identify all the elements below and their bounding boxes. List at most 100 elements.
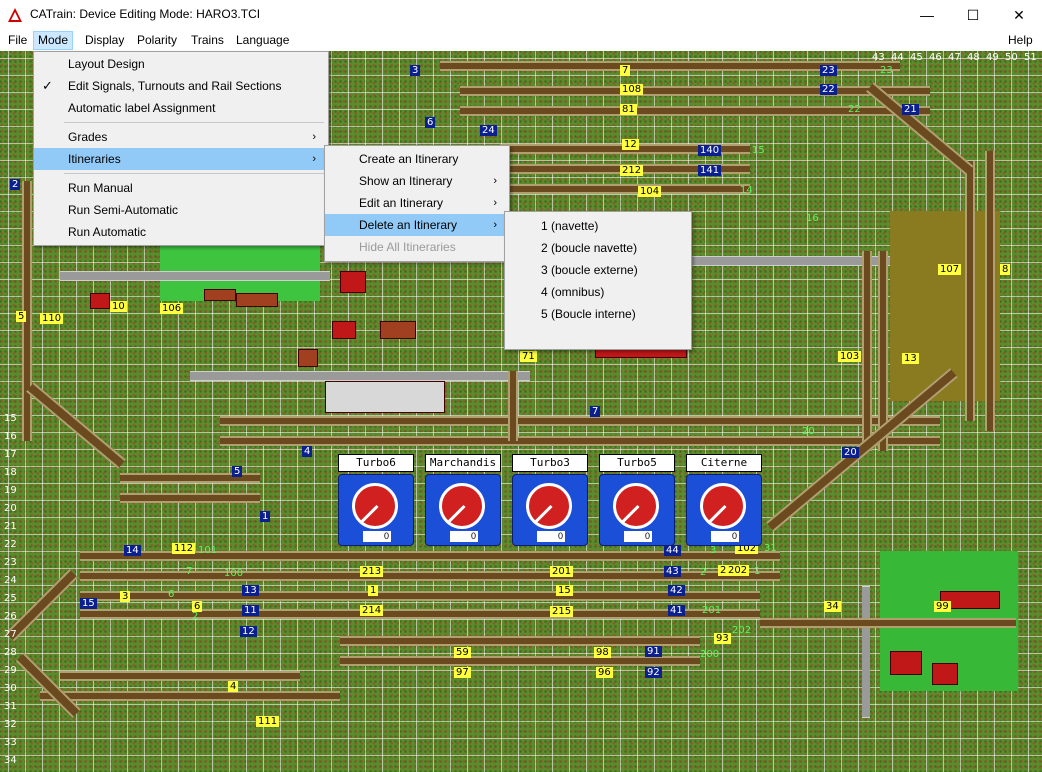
throttle-needle	[360, 504, 379, 523]
menu-help[interactable]: Help	[1004, 32, 1037, 49]
menu-polarity[interactable]: Polarity	[133, 32, 181, 49]
submenu-arrow-icon: ›	[493, 197, 497, 209]
grid-col-number: 44	[891, 52, 904, 63]
sensor-label: 15	[752, 145, 765, 156]
throttle-controller[interactable]: Turbo6 0	[338, 454, 414, 548]
block-label: 3	[410, 65, 421, 76]
grid-col-number: 46	[929, 52, 942, 63]
throttle-needle	[534, 504, 553, 523]
grid-row-number: 24	[4, 575, 17, 586]
menu-item-create-itinerary[interactable]: Create an Itinerary	[325, 148, 507, 170]
track-label: 201	[550, 566, 574, 577]
menu-item-run-automatic[interactable]: Run Automatic	[34, 221, 326, 243]
throttle-controller[interactable]: Turbo5 0	[599, 454, 675, 548]
sensor-label: 200	[700, 649, 720, 660]
throttle-name: Marchandis	[425, 454, 501, 472]
menu-item-label: Hide All Itineraries	[359, 240, 456, 254]
throttle-knob[interactable]	[439, 483, 485, 529]
throttle-knob[interactable]	[526, 483, 572, 529]
menu-item-label: Run Semi-Automatic	[68, 203, 179, 217]
throttle-controller[interactable]: Marchandis 0	[425, 454, 501, 548]
track-label: 10	[110, 301, 127, 312]
throttle-speed: 0	[624, 531, 652, 542]
block-label: 7	[590, 406, 601, 417]
menu-file[interactable]: File	[4, 32, 31, 49]
menu-item-auto-label[interactable]: Automatic label Assignment	[34, 97, 326, 119]
sensor-label: 31	[764, 543, 777, 554]
minimize-button[interactable]: —	[904, 0, 950, 30]
throttle-controller[interactable]: Turbo3 0	[512, 454, 588, 548]
itinerary-option[interactable]: 1 (navette)	[505, 215, 689, 237]
sensor-label: 101	[198, 545, 218, 556]
throttle-knob[interactable]	[700, 483, 746, 529]
menu-item-run-semi-automatic[interactable]: Run Semi-Automatic	[34, 199, 326, 221]
menu-separator	[64, 173, 324, 174]
track-label: 13	[902, 353, 919, 364]
menu-display[interactable]: Display	[81, 32, 128, 49]
menu-item-layout-design[interactable]: Layout Design	[34, 53, 326, 75]
throttle-body: 0	[338, 474, 414, 546]
itinerary-option-label: 5 (Boucle interne)	[541, 307, 636, 321]
grid-row-number: 25	[4, 593, 17, 604]
menu-item-edit-itinerary[interactable]: Edit an Itinerary ›	[325, 192, 507, 214]
close-button[interactable]: ✕	[996, 0, 1042, 30]
grid-row-number: 15	[4, 413, 17, 424]
menu-mode[interactable]: Mode	[33, 31, 74, 50]
throttle-speed: 0	[537, 531, 565, 542]
submenu-arrow-icon: ›	[312, 153, 316, 165]
grid-row-number: 29	[4, 665, 17, 676]
throttle-knob[interactable]	[352, 483, 398, 529]
itinerary-option[interactable]: 2 (boucle navette)	[505, 237, 689, 259]
house-building	[236, 293, 278, 307]
mode-menu: Layout Design ✓ Edit Signals, Turnouts an…	[33, 51, 329, 246]
menu-item-delete-itinerary[interactable]: Delete an Itinerary ›	[325, 214, 507, 236]
grid-col-number: 47	[948, 52, 961, 63]
track-label: 34	[824, 601, 841, 612]
road	[690, 256, 890, 266]
throttle-knob[interactable]	[613, 483, 659, 529]
itinerary-option[interactable]: 3 (boucle externe)	[505, 259, 689, 281]
app-icon	[8, 8, 22, 22]
throttle-controller[interactable]: Citerne 0	[686, 454, 762, 548]
grid-row-number: 21	[4, 521, 17, 532]
menu-item-itineraries[interactable]: Itineraries ›	[34, 148, 326, 170]
delete-itinerary-submenu: 1 (navette) 2 (boucle navette) 3 (boucle…	[504, 211, 692, 350]
grid-row-number: 32	[4, 719, 17, 730]
menu-item-run-manual[interactable]: Run Manual	[34, 177, 326, 199]
sensor-label: 6	[168, 589, 175, 600]
house-building	[340, 271, 366, 293]
menu-trains[interactable]: Trains	[187, 32, 228, 49]
track	[220, 416, 940, 426]
track-label: 108	[620, 84, 644, 95]
menu-item-edit-signals[interactable]: ✓ Edit Signals, Turnouts and Rail Section…	[34, 75, 326, 97]
menu-item-show-itinerary[interactable]: Show an Itinerary ›	[325, 170, 507, 192]
itinerary-option-label: 2 (boucle navette)	[541, 241, 638, 255]
track-label: 93	[714, 633, 731, 644]
track-label: 7	[620, 65, 631, 76]
track-label: 202	[726, 565, 750, 576]
itinerary-option[interactable]: 4 (omnibus)	[505, 281, 689, 303]
track	[460, 86, 930, 96]
grid-col-number: 49	[986, 52, 999, 63]
menu-item-label: Automatic label Assignment	[68, 101, 216, 115]
grid-row-number: 18	[4, 467, 17, 478]
menu-item-label: Edit an Itinerary	[359, 196, 444, 210]
menu-bar: File Mode Display Polarity Trains Langua…	[0, 30, 1042, 51]
menu-separator	[64, 122, 324, 123]
maximize-button[interactable]: ☐	[950, 0, 996, 30]
grid-col-number: 45	[910, 52, 923, 63]
block-label: 1	[260, 511, 271, 522]
window-title: CATrain: Device Editing Mode: HARO3.TCI	[30, 7, 261, 21]
grid-row-number: 30	[4, 683, 17, 694]
grid-col-number: 51	[1024, 52, 1037, 63]
track	[508, 371, 518, 441]
throttle-body: 0	[512, 474, 588, 546]
track	[60, 671, 300, 681]
track-label: 71	[520, 351, 537, 362]
submenu-arrow-icon: ›	[493, 219, 497, 231]
road	[862, 586, 870, 718]
itinerary-option[interactable]: 5 (Boucle interne)	[505, 303, 689, 325]
menu-language[interactable]: Language	[232, 32, 293, 49]
throttle-name: Turbo6	[338, 454, 414, 472]
menu-item-grades[interactable]: Grades ›	[34, 126, 326, 148]
